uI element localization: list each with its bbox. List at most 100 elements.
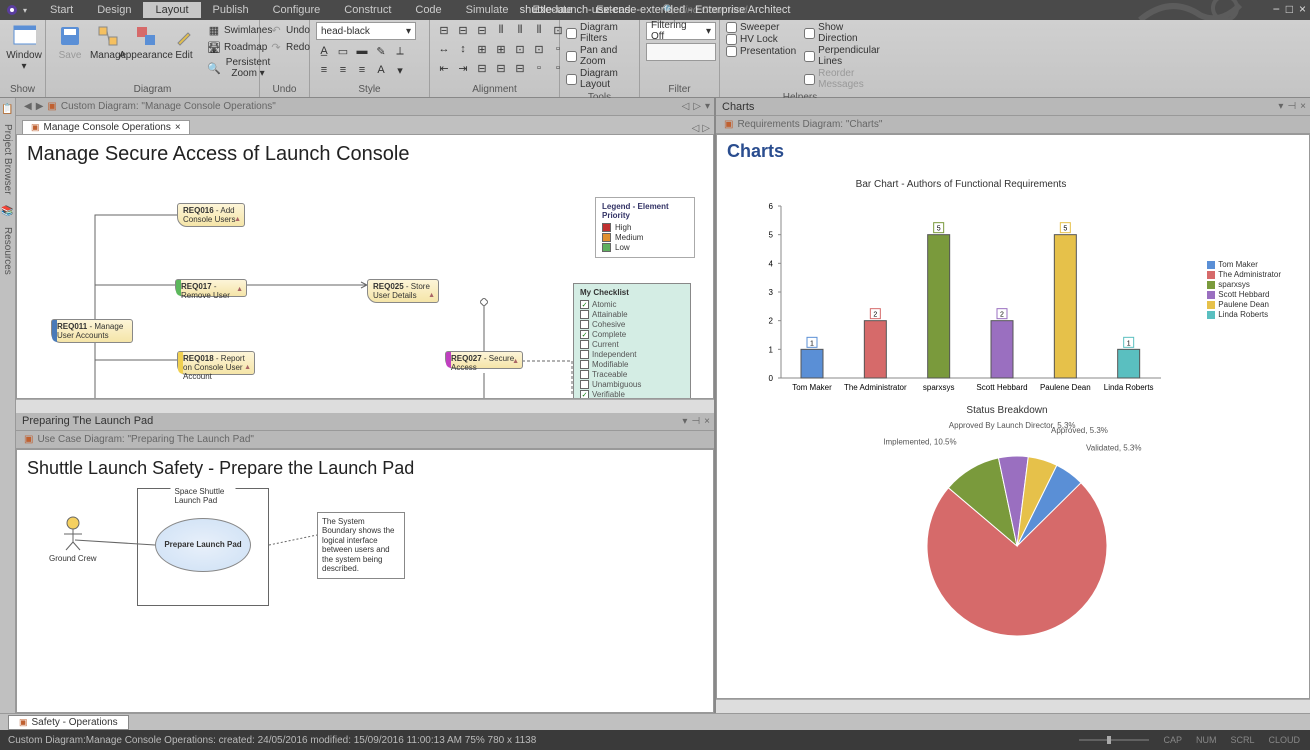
menu-design[interactable]: Design — [85, 2, 143, 18]
svg-text:Linda Roberts: Linda Roberts — [1104, 383, 1154, 392]
pane-menu-icon[interactable]: ▾ — [1278, 101, 1283, 112]
pane-close-icon[interactable]: × — [704, 416, 710, 427]
tab-manage-console[interactable]: ▣Manage Console Operations× — [22, 120, 190, 134]
svg-text:Validated, 5.3%: Validated, 5.3% — [1086, 443, 1141, 452]
group-diagram-label: Diagram — [52, 82, 253, 95]
req-825[interactable]: REQ025 - Store User Details▲ — [367, 279, 439, 303]
app-logo[interactable]: ▾ — [4, 1, 28, 19]
menu-start[interactable]: Start — [38, 2, 85, 18]
pan-zoom-check[interactable]: Pan and Zoom — [566, 45, 633, 67]
group-alignment-label: Alignment — [436, 82, 553, 95]
menu-configure[interactable]: Configure — [261, 2, 333, 18]
statusbar: Custom Diagram:Manage Console Operations… — [0, 730, 1310, 750]
undo-button[interactable]: ↶Undo — [266, 22, 313, 38]
note[interactable]: The System Boundary shows the logical in… — [317, 512, 405, 580]
style-tools-1[interactable]: A̲▭▬✎⟂ — [316, 43, 416, 59]
req-811[interactable]: REQ011 - Manage User Accounts — [51, 319, 133, 343]
group-style-label: Style — [316, 82, 423, 95]
appearance-button[interactable]: Appearance — [128, 22, 164, 63]
menu-simulate[interactable]: Simulate — [454, 2, 521, 18]
pane-close-icon[interactable]: × — [1300, 101, 1306, 112]
close-button[interactable]: × — [1299, 2, 1306, 16]
diagram-filters-check[interactable]: Diagram Filters — [566, 22, 633, 44]
menu-code[interactable]: Code — [403, 2, 453, 18]
redo-button[interactable]: ↷Redo — [266, 39, 313, 55]
pane-pin-icon[interactable]: ⊣ — [1287, 101, 1296, 112]
charts-canvas[interactable]: Charts Bar Chart - Authors of Functional… — [716, 134, 1310, 699]
svg-text:Tom Maker: Tom Maker — [792, 383, 832, 392]
pane-menu[interactable]: ▾ — [705, 101, 710, 112]
req-818[interactable]: REQ018 - Report on Console User Account▲ — [177, 351, 255, 375]
actor-ground-crew[interactable]: Ground Crew — [49, 516, 97, 563]
showdir-check[interactable]: Show Direction — [804, 22, 880, 44]
status-tab-bar: ▣Safety - Operations — [0, 713, 1310, 730]
align-row-1[interactable]: ⊟⊟⊟⫴⫴⫴⊡ — [436, 22, 566, 38]
svg-text:4: 4 — [769, 259, 774, 268]
pie-chart-title: Status Breakdown — [807, 405, 1207, 416]
svg-text:Scott Hebbard: Scott Hebbard — [976, 383, 1027, 392]
sidebar[interactable]: 📋Project Browser📚Resources — [0, 98, 16, 713]
group-undo-label: Undo — [266, 82, 303, 95]
svg-text:0: 0 — [769, 374, 774, 383]
diagram-canvas-1[interactable]: Manage Secure Access of Launch Console R… — [16, 134, 714, 399]
lower-pane-header: Preparing The Launch Pad ▾⊣× — [16, 413, 714, 431]
status-tab-safety[interactable]: ▣Safety - Operations — [8, 715, 129, 730]
reorder-check[interactable]: Reorder Messages — [804, 68, 880, 90]
pane-menu-icon[interactable]: ▾ — [682, 416, 687, 427]
doc-tabs: ▣Manage Console Operations× ◁▷ — [16, 116, 714, 134]
svg-text:2: 2 — [1000, 312, 1004, 319]
svg-text:5: 5 — [769, 231, 774, 240]
style-tools-2[interactable]: ≡≡≡A▾ — [316, 62, 416, 78]
tab-close-icon[interactable]: × — [175, 122, 181, 133]
nav-fwd-icon[interactable]: ▶ — [36, 101, 44, 112]
align-row-3[interactable]: ⇤⇥⊟⊟⊟▫▫ — [436, 60, 566, 76]
lower-breadcrumb: ▣Use Case Diagram: "Preparing The Launch… — [16, 431, 714, 449]
svg-text:2: 2 — [873, 312, 877, 319]
charts-heading: Charts — [717, 135, 1309, 168]
pane-pin-icon[interactable]: ⊣ — [691, 416, 700, 427]
pie-chart: Status Breakdown Proposed, 73.7%Implemen… — [807, 405, 1207, 665]
left-breadcrumb: ◀▶▣Custom Diagram: "Manage Console Opera… — [16, 98, 714, 116]
menu-construct[interactable]: Construct — [332, 2, 403, 18]
svg-text:sparxsys: sparxsys — [923, 383, 955, 392]
minimize-button[interactable]: − — [1273, 2, 1280, 16]
diagram2-title: Shuttle Launch Safety - Prepare the Laun… — [27, 458, 414, 479]
hvlock-check[interactable]: HV Lock — [726, 34, 796, 45]
svg-text:2: 2 — [769, 317, 774, 326]
svg-text:1: 1 — [810, 340, 814, 347]
checklist[interactable]: My Checklist ✓AtomicAttainableCohesive✓C… — [573, 283, 691, 399]
pane-nav-right[interactable]: ▷ — [693, 101, 701, 112]
presentation-check[interactable]: Presentation — [726, 46, 796, 57]
perp-check[interactable]: Perpendicular Lines — [804, 45, 880, 67]
scrollbar-h-2[interactable] — [716, 699, 1310, 713]
scrollbar-h-1[interactable] — [16, 399, 714, 413]
sweeper-check[interactable]: Sweeper — [726, 22, 796, 33]
group-show-label: Show — [6, 82, 39, 95]
svg-text:Approved, 5.3%: Approved, 5.3% — [1051, 426, 1108, 435]
pane-nav-left[interactable]: ◁ — [682, 101, 690, 112]
save-button[interactable]: Save — [52, 22, 88, 63]
style-select[interactable]: head-black▾ — [316, 22, 416, 40]
usecase-prepare[interactable]: Prepare Launch Pad — [155, 518, 251, 572]
legend: Legend - Element Priority High Medium Lo… — [595, 197, 695, 258]
req-816[interactable]: REQ016 - Add Console Users▲ — [177, 203, 245, 227]
edit-button[interactable]: Edit — [166, 22, 202, 63]
bar-chart-legend: Tom MakerThe AdministratorsparxsysScott … — [1207, 259, 1281, 320]
window-button[interactable]: Window ▾ — [6, 22, 42, 74]
bar-chart-title: Bar Chart - Authors of Functional Requir… — [731, 179, 1191, 190]
menu-publish[interactable]: Publish — [201, 2, 261, 18]
filter-input[interactable] — [646, 43, 716, 61]
diagram-canvas-2[interactable]: Shuttle Launch Safety - Prepare the Laun… — [16, 449, 714, 714]
req-817[interactable]: REQ017 - Remove User▲ — [175, 279, 247, 297]
bar-chart: Bar Chart - Authors of Functional Requir… — [731, 179, 1191, 399]
menu-layout[interactable]: Layout — [143, 2, 200, 18]
diagram-layout-check[interactable]: Diagram Layout — [566, 68, 633, 90]
maximize-button[interactable]: □ — [1286, 2, 1293, 16]
filter-select[interactable]: Filtering Off▾ — [646, 22, 716, 40]
svg-text:6: 6 — [769, 202, 774, 211]
zoom-slider[interactable] — [1079, 735, 1149, 745]
svg-text:1: 1 — [1127, 340, 1131, 347]
nav-back-icon[interactable]: ◀ — [24, 101, 32, 112]
align-row-2[interactable]: ↔↕⊞⊞⊡⊡▫ — [436, 41, 566, 57]
req-827[interactable]: REQ027 - Secure Access▲ — [445, 351, 523, 369]
